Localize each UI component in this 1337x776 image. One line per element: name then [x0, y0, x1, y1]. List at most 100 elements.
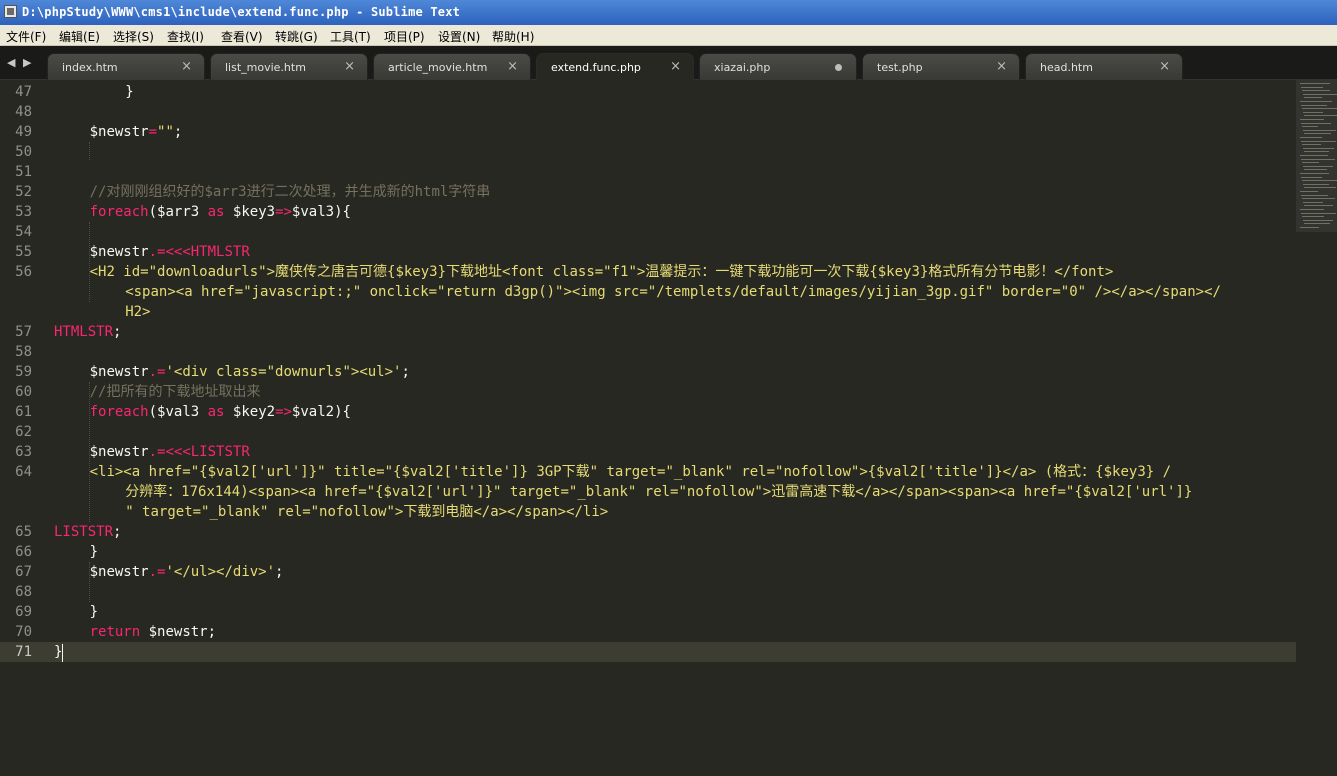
minimap-line — [1300, 155, 1328, 156]
minimap-line — [1304, 223, 1330, 225]
minimap[interactable] — [1296, 80, 1337, 240]
code-token: LISTSTR — [54, 524, 114, 540]
minimap-line — [1301, 86, 1323, 88]
tab-article-movie-htm[interactable]: article_movie.htm × — [373, 53, 531, 80]
code-line: H2> — [125, 302, 150, 322]
code-token: H2> — [125, 304, 151, 320]
code-token: return — [89, 624, 141, 640]
code-token: ($arr3 — [148, 204, 208, 220]
tab-label: article_movie.htm — [388, 61, 488, 74]
menu-preferences[interactable]: 设置(N) — [438, 28, 480, 45]
minimap-line — [1300, 209, 1324, 210]
code-line: $newstr.='</ul></div>'; — [90, 562, 284, 582]
minimap-line — [1303, 129, 1336, 131]
code-token: = — [148, 124, 158, 140]
minimap-line — [1303, 219, 1333, 221]
code-line: $newstr=""; — [90, 122, 183, 142]
code-token: } — [89, 604, 99, 620]
minimap-line — [1302, 126, 1318, 128]
code-token: <<<HTMLSTR — [165, 244, 250, 260]
tab-close-icon[interactable]: × — [670, 59, 681, 74]
code-token: .= — [148, 564, 166, 580]
minimap-line — [1301, 122, 1331, 124]
minimap-line — [1302, 144, 1321, 146]
tab-xiazai-php[interactable]: xiazai.php — [699, 53, 857, 80]
code-line: } — [125, 82, 133, 102]
minimap-line — [1302, 162, 1319, 164]
menu-view[interactable]: 查看(V) — [221, 28, 263, 45]
tab-close-icon[interactable]: × — [344, 59, 355, 74]
minimap-line — [1301, 104, 1327, 106]
code-token: $newstr — [89, 564, 149, 580]
menu-edit[interactable]: 编辑(E) — [59, 28, 100, 45]
code-editor[interactable]: } $newstr="";//对刚刚组织好的$arr3进行二次处理，并生成新的ht… — [0, 80, 1296, 776]
tab-back-icon[interactable]: ◀ — [7, 56, 15, 69]
menu-selection[interactable]: 选择(S) — [113, 28, 154, 45]
tab-close-icon[interactable]: × — [507, 59, 518, 74]
code-token: => — [275, 404, 292, 420]
code-line: <li><a href="{$val2['url']}" title="{$va… — [90, 462, 1171, 482]
title-bar: D:\phpStudy\WWW\cms1\include\extend.func… — [0, 0, 1337, 25]
code-token: as — [207, 204, 225, 220]
tab-close-icon[interactable]: × — [996, 59, 1007, 74]
menu-goto[interactable]: 转跳(G) — [275, 28, 318, 45]
minimap-line — [1300, 191, 1318, 192]
tab-label: test.php — [877, 61, 923, 74]
tab-index-htm[interactable]: index.htm × — [47, 53, 205, 80]
tab-forward-icon[interactable]: ▶ — [23, 56, 31, 69]
code-token: .= — [148, 364, 166, 380]
code-token: $newstr; — [140, 624, 217, 640]
tab-list-movie-htm[interactable]: list_movie.htm × — [210, 53, 368, 80]
menu-file[interactable]: 文件(F) — [6, 28, 46, 45]
minimap-line — [1300, 83, 1330, 84]
code-line: } — [90, 542, 98, 562]
code-token: foreach — [89, 204, 149, 220]
tab-close-icon[interactable]: × — [181, 59, 192, 74]
code-token: .= — [148, 244, 166, 260]
code-token: $val3){ — [291, 204, 351, 220]
code-token: ; — [173, 124, 183, 140]
code-token: '</ul></div>' — [165, 564, 276, 580]
tab-head-htm[interactable]: head.htm × — [1025, 53, 1183, 80]
minimap-line — [1304, 133, 1331, 135]
minimap-line — [1303, 183, 1329, 185]
code-token: '<div class="downurls"><ul>' — [165, 364, 402, 380]
minimap-line — [1304, 187, 1336, 189]
code-line: " target="_blank" rel="nofollow">下载到电脑</… — [125, 502, 608, 522]
code-token: $newstr — [89, 244, 149, 260]
code-line: foreach($val3 as $key2=>$val2){ — [90, 402, 351, 422]
menu-tools[interactable]: 工具(T) — [330, 28, 371, 45]
code-token: } — [54, 644, 63, 660]
code-line: //对刚刚组织好的$arr3进行二次处理，并生成新的html字符串 — [90, 182, 491, 202]
minimap-line — [1303, 111, 1323, 113]
code-token: .= — [148, 444, 166, 460]
minimap-line — [1302, 108, 1337, 110]
tab-test-php[interactable]: test.php × — [862, 53, 1020, 80]
minimap-line — [1304, 151, 1329, 153]
code-token: "" — [157, 124, 174, 140]
code-token: ; — [275, 564, 284, 580]
code-token: => — [275, 204, 292, 220]
code-token: HTMLSTR — [54, 324, 114, 340]
unsaved-dot-icon[interactable] — [835, 64, 842, 71]
current-line-highlight — [44, 642, 1296, 662]
code-token: } — [125, 84, 134, 100]
minimap-line — [1304, 97, 1322, 99]
minimap-line — [1301, 140, 1336, 142]
code-token: ; — [113, 524, 122, 540]
minimap-line — [1302, 198, 1335, 200]
code-token: foreach — [89, 404, 149, 420]
code-line: foreach($arr3 as $key3=>$val3){ — [90, 202, 351, 222]
code-token: $key3 — [224, 204, 276, 220]
code-token: <li><a href="{$val2['url']}" title="{$va… — [89, 464, 1172, 480]
code-token: ; — [113, 324, 122, 340]
tab-label: index.htm — [62, 61, 118, 74]
menu-find[interactable]: 查找(I) — [167, 28, 204, 45]
code-line: return $newstr; — [90, 622, 216, 642]
tab-extend-func-php[interactable]: extend.func.php × — [536, 53, 694, 80]
tab-close-icon[interactable]: × — [1159, 59, 1170, 74]
menu-help[interactable]: 帮助(H) — [492, 28, 534, 45]
code-line: $newstr.=<<<HTMLSTR — [90, 242, 250, 262]
code-token: <span><a href="javascript:;" onclick="re… — [125, 284, 1221, 300]
menu-project[interactable]: 项目(P) — [384, 28, 425, 45]
